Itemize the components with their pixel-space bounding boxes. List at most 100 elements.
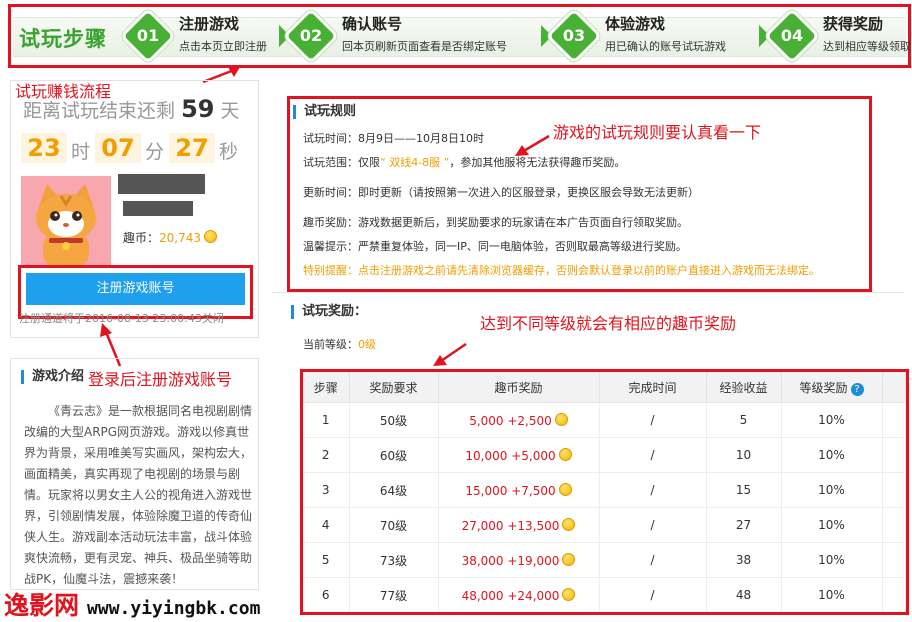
coin-icon <box>558 447 572 461</box>
userid-redacted <box>123 201 193 216</box>
rule-range: 试玩范围：仅限“ 双线4-8服 ”，参加其他服将无法获得趣币奖励。 <box>303 156 626 169</box>
annotation-rewards: 达到不同等级就会有相应的趣币奖励 <box>480 314 737 333</box>
help-icon[interactable]: ? <box>850 382 864 396</box>
cell-lvl: 10% <box>818 413 845 427</box>
table-row: 6 77级 48,000 +24,000 / 48 10% <box>303 577 906 612</box>
coin-value: 20,743 <box>159 231 202 245</box>
col-step: 步骤 <box>303 372 350 403</box>
coin-icon <box>562 587 576 601</box>
cell-exp: 5 <box>739 413 748 427</box>
table-row: 3 64级 15,000 +7,500 / 15 10% <box>303 472 906 508</box>
rewards-heading: 试玩奖励： <box>291 305 367 319</box>
steps-title: 试玩步骤 <box>19 27 107 51</box>
cell-step: 6 <box>321 588 330 602</box>
cell-coins: 38,000 +19,000 <box>461 553 560 568</box>
step-name: 获得奖励 <box>823 15 884 33</box>
avatar <box>21 176 111 266</box>
table-header-row: 步骤 奖励要求 趣币奖励 完成时间 经验收益 等级奖励? <box>303 372 906 403</box>
table-row: 780级58,000 +29,000/5810% <box>303 613 906 616</box>
cell-lvl: 10% <box>818 518 845 532</box>
annotation-rules: 游戏的试玩规则要认真看一下 <box>553 123 762 142</box>
cell-exp: 38 <box>735 553 752 567</box>
watermark-url: www.yiyingbk.com <box>87 598 261 619</box>
col-coins: 趣币奖励 <box>438 372 600 403</box>
user-panel: 距离试玩结束还剩 59 天 23 时 07 分 27 秒 趣币：20,743 注… <box>10 80 259 338</box>
col-time: 完成时间 <box>599 372 707 403</box>
coin-icon <box>558 482 572 496</box>
cell-req: 77级 <box>379 588 408 603</box>
current-level-value: 0级 <box>358 338 376 351</box>
countdown-hours: 23 <box>21 133 67 163</box>
cell-time: / <box>650 448 655 462</box>
cell-time: / <box>650 588 655 602</box>
cell-req: 70级 <box>379 518 408 533</box>
annotation-arrow-icon <box>433 342 467 366</box>
cell-coins: 5,000 +2,500 <box>469 413 552 428</box>
cell-step: 1 <box>321 413 330 427</box>
cell-exp: 15 <box>735 483 752 497</box>
table-row: 1 50级 5,000 +2,500 / 5 10% <box>303 402 906 438</box>
username-redacted <box>118 174 205 194</box>
watermark-brand: 逸影网 <box>4 591 80 620</box>
col-requirement: 奖励要求 <box>349 372 439 403</box>
cell-lvl: 10% <box>818 588 845 602</box>
cell-coins: 10,000 +5,000 <box>465 448 556 463</box>
table-row: 5 73级 38,000 +19,000 / 38 10% <box>303 542 906 578</box>
cell-lvl: 10% <box>818 553 845 567</box>
cell-time: / <box>650 553 655 567</box>
rule-time: 试玩时间：8月9日——10月8日10时 <box>303 132 484 145</box>
step-desc: 点击本页立即注册 <box>179 40 267 53</box>
step-desc: 回本页刷新页面查看是否绑定账号 <box>342 40 507 53</box>
countdown-minutes: 07 <box>95 133 141 163</box>
rule-special: 特别提醒：点击注册游戏之前请先清除浏览器缓存，否则会默认登录以前的账户直接进入游… <box>303 264 820 277</box>
step-desc: 达到相应等级领取 <box>823 40 911 53</box>
current-level: 当前等级：0级 <box>303 338 376 351</box>
watermark: 逸影网 www.yiyingbk.com <box>4 586 260 622</box>
game-intro-panel: 游戏介绍 《青云志》是一款根据同名电视剧剧情改编的大型ARPG网页游戏。游戏以修… <box>10 358 259 590</box>
cell-step: 5 <box>321 553 330 567</box>
cell-req: 50级 <box>379 413 408 428</box>
cell-req: 60级 <box>379 448 408 463</box>
cell-exp: 48 <box>735 588 752 602</box>
annotation-register: 登录后注册游戏账号 <box>88 370 233 389</box>
cell-lvl: 10% <box>818 483 845 497</box>
table-row: 4 70级 27,000 +13,500 / 27 10% <box>303 507 906 543</box>
coin-icon <box>562 517 576 531</box>
steps-bar: 试玩步骤 01 注册游戏 点击本页立即注册 02 确认账号 回本页刷新页面查看是… <box>8 4 911 68</box>
step-name: 体验游戏 <box>605 15 666 33</box>
cell-step: 2 <box>321 448 330 462</box>
cell-time: / <box>650 413 655 427</box>
annotation-arrow-icon <box>515 134 550 156</box>
cell-exp: 10 <box>735 448 752 462</box>
cell-step: 4 <box>321 518 330 532</box>
col-exp: 经验收益 <box>706 372 782 403</box>
countdown-text: 距离试玩结束还剩 59 天 <box>23 95 240 123</box>
coin-icon <box>554 412 568 426</box>
countdown-seconds: 27 <box>169 133 215 163</box>
intro-text: 《青云志》是一款根据同名电视剧剧情改编的大型ARPG网页游戏。游戏以修真世界为背… <box>24 404 253 586</box>
rule-coins: 趣币奖励：游戏数据更新后，到奖励要求的玩家请在本广告页面自行领取奖励。 <box>303 216 688 229</box>
col-level-reward: 等级奖励? <box>781 372 883 403</box>
step-desc: 用已确认的账号试玩游戏 <box>605 40 726 53</box>
cat-avatar-icon <box>21 176 111 266</box>
step-name: 确认账号 <box>342 15 403 33</box>
coin-icon <box>204 230 218 243</box>
cell-coins: 27,000 +13,500 <box>461 518 560 533</box>
rewards-table-wrap: 步骤 奖励要求 趣币奖励 完成时间 经验收益 等级奖励? 1 50级 5,000 +… <box>300 369 909 615</box>
cell-step: 3 <box>321 483 330 497</box>
rule-server: “ 双线4-8服 ” <box>380 156 450 169</box>
step-name: 注册游戏 <box>179 15 240 33</box>
cell-lvl: 10% <box>818 448 845 462</box>
cell-coins: 15,000 +7,500 <box>465 483 556 498</box>
register-game-button[interactable]: 注册游戏账号 <box>26 273 245 305</box>
intro-heading: 游戏介绍 <box>21 370 84 384</box>
rewards-table: 步骤 奖励要求 趣币奖励 完成时间 经验收益 等级奖励? 1 50级 5,000 +… <box>303 372 906 616</box>
cell-req: 64级 <box>379 483 408 498</box>
cell-time: / <box>650 518 655 532</box>
table-row: 2 60级 10,000 +5,000 / 10 10% <box>303 437 906 473</box>
cell-exp: 27 <box>735 518 752 532</box>
cell-req: 73级 <box>379 553 408 568</box>
cell-time: / <box>650 483 655 497</box>
countdown-days: 59 <box>181 95 215 123</box>
cell-coins: 48,000 +24,000 <box>461 588 560 603</box>
